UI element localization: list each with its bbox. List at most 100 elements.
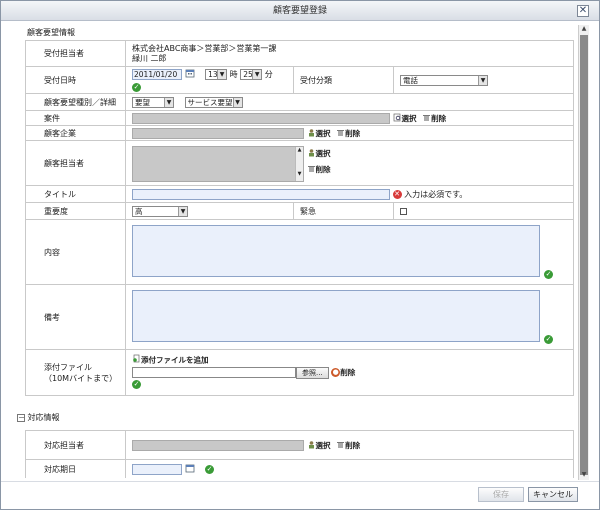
importance-label: 重要度: [25, 202, 126, 220]
collapse-icon[interactable]: －: [17, 413, 25, 422]
case-delete-link[interactable]: 削除: [431, 114, 446, 123]
scroll-thumb[interactable]: [580, 35, 588, 475]
due-date-field[interactable]: [132, 463, 182, 475]
close-icon[interactable]: ✕: [577, 5, 589, 17]
person-icon[interactable]: [307, 128, 316, 139]
table-row: 受付担当者 株式会社ABC商事＞営業部＞営業第一課 緑川 二郎: [25, 40, 574, 67]
category-select[interactable]: 電話 ▼: [400, 74, 488, 86]
urgent-checkbox[interactable]: [400, 207, 407, 215]
attachment-label: 添付ファイル （10Mバイトまで）: [25, 349, 126, 396]
list-scrollbar[interactable]: ▲ ▼: [295, 147, 303, 181]
customer-contact-list[interactable]: ▲ ▼: [132, 146, 304, 182]
importance-value: 高 ▼: [125, 202, 294, 220]
attachment-label-line2: （10Mバイトまで）: [44, 373, 118, 383]
table-row: 備考 ✓: [25, 284, 574, 350]
urgent-value: [393, 202, 574, 220]
person-icon[interactable]: [307, 440, 316, 451]
title-error-message: 入力は必須です。: [404, 189, 468, 199]
request-type-selected: 要望: [135, 97, 150, 107]
category-value: 電話 ▼: [393, 66, 574, 94]
browse-button[interactable]: 参照...: [296, 366, 329, 379]
received-at-value: 2011/01/20 13 ▼ 時 25 ▼ 分 ✓: [125, 66, 294, 94]
table-row: 顧客要望種別／詳細 要望 ▼ サービス要望 ▼: [25, 93, 574, 111]
table-row: 対応期日 ✓: [25, 459, 574, 478]
table-row: 受付日時 2011/01/20 13 ▼ 時 25 ▼ 分 ✓ 受付分類 電話 ▼: [25, 66, 574, 94]
urgent-label: 緊急: [293, 202, 394, 220]
response-assignee-value: 選択 削除: [125, 430, 574, 460]
table-row: 案件 選択 削除: [25, 110, 574, 126]
calendar-icon[interactable]: [185, 68, 195, 81]
section-response-header[interactable]: － 対応情報: [17, 412, 60, 423]
response-assignee-label: 対応担当者: [25, 430, 126, 460]
customer-company-select-link[interactable]: 選択: [316, 129, 331, 138]
check-ok-icon: ✓: [544, 270, 553, 279]
remarks-value: ✓: [125, 284, 574, 350]
add-attachment-link[interactable]: 添付ファイルを追加: [141, 355, 209, 364]
request-detail-select[interactable]: サービス要望 ▼: [184, 96, 243, 108]
receiver-value: 株式会社ABC商事＞営業部＞営業第一課 緑川 二郎: [125, 40, 574, 67]
chevron-down-icon: ▼: [164, 97, 173, 107]
request-type-label: 顧客要望種別／詳細: [25, 93, 126, 111]
content-label: 内容: [25, 219, 126, 285]
hour-select[interactable]: 13 ▼: [205, 68, 228, 80]
check-ok-icon: ✓: [132, 82, 141, 92]
date-field[interactable]: 2011/01/20: [132, 68, 182, 80]
table-row: タイトル ✕ 入力は必須です。: [25, 185, 574, 203]
save-button[interactable]: 保存: [478, 487, 524, 502]
customer-contact-label: 顧客担当者: [25, 140, 126, 186]
check-ok-icon: ✓: [132, 380, 141, 390]
table-row: 内容 ✓: [25, 219, 574, 285]
response-assignee-delete-link[interactable]: 削除: [345, 441, 360, 450]
customer-contact-delete-link[interactable]: 削除: [316, 165, 331, 174]
section-response-title: 対応情報: [27, 413, 60, 422]
chevron-down-icon: ▼: [178, 206, 187, 216]
due-date-value: ✓: [125, 459, 574, 478]
trash-icon[interactable]: [336, 128, 345, 139]
remarks-label: 備考: [25, 284, 126, 350]
customer-contact-select-link[interactable]: 選択: [316, 149, 331, 158]
check-ok-icon: ✓: [205, 464, 215, 474]
attachment-delete-link[interactable]: 削除: [340, 368, 355, 377]
scroll-down-icon[interactable]: ▼: [579, 471, 589, 480]
attachment-label-line1: 添付ファイル: [44, 362, 92, 372]
vertical-scrollbar[interactable]: ▲ ▼: [578, 25, 589, 480]
receiver-org: 株式会社ABC商事＞営業部＞営業第一課: [132, 43, 277, 53]
request-form-table: 受付担当者 株式会社ABC商事＞営業部＞営業第一課 緑川 二郎 受付日時 201…: [25, 40, 574, 396]
remarks-textarea[interactable]: [132, 290, 540, 342]
response-form-table: 対応担当者 選択 削除 対応期日 ✓: [25, 430, 574, 478]
case-label: 案件: [25, 110, 126, 126]
minute-select[interactable]: 25 ▼: [240, 68, 263, 80]
hour-unit: 時: [229, 69, 238, 79]
title-bar: 顧客要望登録 ✕: [1, 1, 599, 21]
delete-attachment-icon[interactable]: ●: [331, 368, 341, 378]
importance-selected: 高: [135, 206, 143, 216]
chevron-down-icon: ▼: [232, 97, 242, 107]
table-row: 顧客担当者 ▲ ▼ 選択 削除: [25, 140, 574, 186]
trash-icon[interactable]: [307, 164, 316, 175]
cancel-button[interactable]: キャンセル: [528, 487, 578, 502]
check-ok-icon: ✓: [544, 335, 553, 344]
scroll-up-icon[interactable]: ▲: [579, 25, 589, 34]
attach-file-icon[interactable]: [132, 354, 141, 367]
file-path-input[interactable]: [132, 367, 296, 379]
content-value: ✓: [125, 219, 574, 285]
trash-icon[interactable]: [336, 440, 345, 451]
title-input[interactable]: [132, 188, 390, 200]
search-icon[interactable]: [393, 113, 402, 124]
calendar-icon[interactable]: [185, 463, 195, 475]
case-select-link[interactable]: 選択: [402, 114, 417, 123]
customer-company-delete-link[interactable]: 削除: [345, 129, 360, 138]
content-textarea[interactable]: [132, 225, 540, 277]
request-type-select[interactable]: 要望 ▼: [132, 96, 174, 108]
importance-select[interactable]: 高 ▼: [132, 205, 188, 217]
table-row: 重要度 高 ▼ 緊急: [25, 202, 574, 220]
error-icon: ✕: [392, 189, 402, 199]
response-assignee-select-link[interactable]: 選択: [316, 441, 331, 450]
received-at-label: 受付日時: [25, 66, 126, 94]
response-assignee-field: [132, 439, 304, 451]
trash-icon[interactable]: [422, 113, 431, 124]
receiver-label: 受付担当者: [25, 40, 126, 67]
dialog-window: 顧客要望登録 ✕ 顧客要望情報 受付担当者 株式会社ABC商事＞営業部＞営業第一…: [0, 0, 600, 510]
dialog-title: 顧客要望登録: [272, 6, 327, 16]
person-icon[interactable]: [307, 148, 316, 159]
